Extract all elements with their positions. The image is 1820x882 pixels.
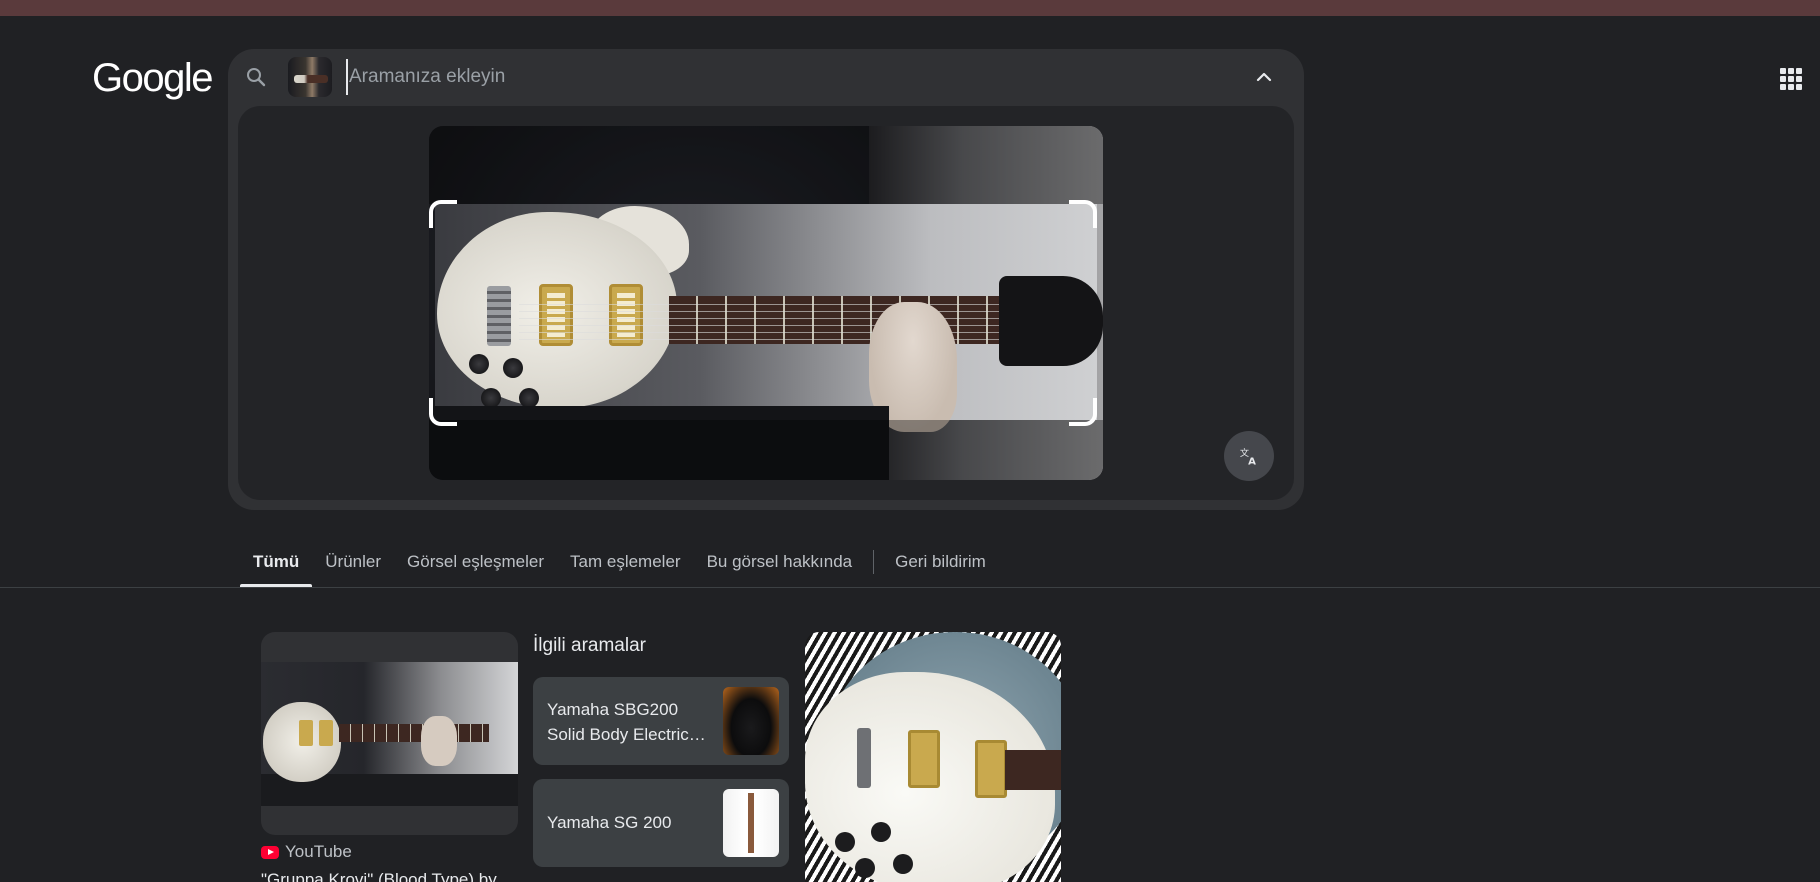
search-icon[interactable] <box>244 65 268 89</box>
query-image-thumbnail[interactable] <box>288 57 332 97</box>
result-source[interactable]: YouTube <box>261 842 352 862</box>
crop-handle-bottom-left[interactable] <box>429 398 457 426</box>
results-tabs: Tümü Ürünler Görsel eşleşmeler Tam eşlem… <box>240 540 999 587</box>
related-search-item[interactable]: Yamaha SG 200 <box>533 779 789 867</box>
chevron-up-icon[interactable] <box>1252 65 1276 89</box>
related-search-item[interactable]: Yamaha SBG200 Solid Body Electric Guitar <box>533 677 789 765</box>
related-searches-heading: İlgili aramalar <box>533 635 646 656</box>
video-thumbnail <box>261 662 518 806</box>
query-image[interactable] <box>429 126 1103 480</box>
search-bar <box>228 49 1304 105</box>
tab-all[interactable]: Tümü <box>240 540 313 587</box>
apps-grid-icon[interactable] <box>1780 68 1802 90</box>
search-input[interactable] <box>346 59 1206 95</box>
tab-divider <box>873 550 875 574</box>
tab-exact-matches[interactable]: Tam eşlemeler <box>557 540 694 586</box>
crop-handle-bottom-right[interactable] <box>1069 398 1097 426</box>
translate-button[interactable]: 文 A <box>1224 431 1274 481</box>
tab-about-image[interactable]: Bu görsel hakkında <box>694 540 866 586</box>
crop-handle-top-left[interactable] <box>429 200 457 228</box>
tab-feedback[interactable]: Geri bildirim <box>882 540 999 586</box>
browser-top-strip <box>0 0 1820 16</box>
related-search-label: Yamaha SBG200 Solid Body Electric Guitar <box>547 700 689 744</box>
tab-products[interactable]: Ürünler <box>312 540 394 586</box>
related-search-label: Yamaha SG 200 <box>547 813 672 832</box>
visual-match-image[interactable] <box>805 632 1061 882</box>
video-result-card[interactable] <box>261 632 518 835</box>
svg-text:A: A <box>1248 456 1256 467</box>
translate-icon: 文 A <box>1240 447 1256 467</box>
result-title[interactable]: "Gruppa Krovi" (Blood Type) by <box>261 870 497 882</box>
tab-visual-matches[interactable]: Görsel eşleşmeler <box>394 540 557 586</box>
crop-handle-top-right[interactable] <box>1069 200 1097 228</box>
google-logo[interactable]: Google <box>92 56 213 101</box>
youtube-icon <box>261 845 279 859</box>
related-search-thumbnail <box>723 789 779 857</box>
tabs-divider-line <box>0 587 1820 588</box>
source-label: YouTube <box>285 842 352 861</box>
related-search-thumbnail <box>723 687 779 755</box>
